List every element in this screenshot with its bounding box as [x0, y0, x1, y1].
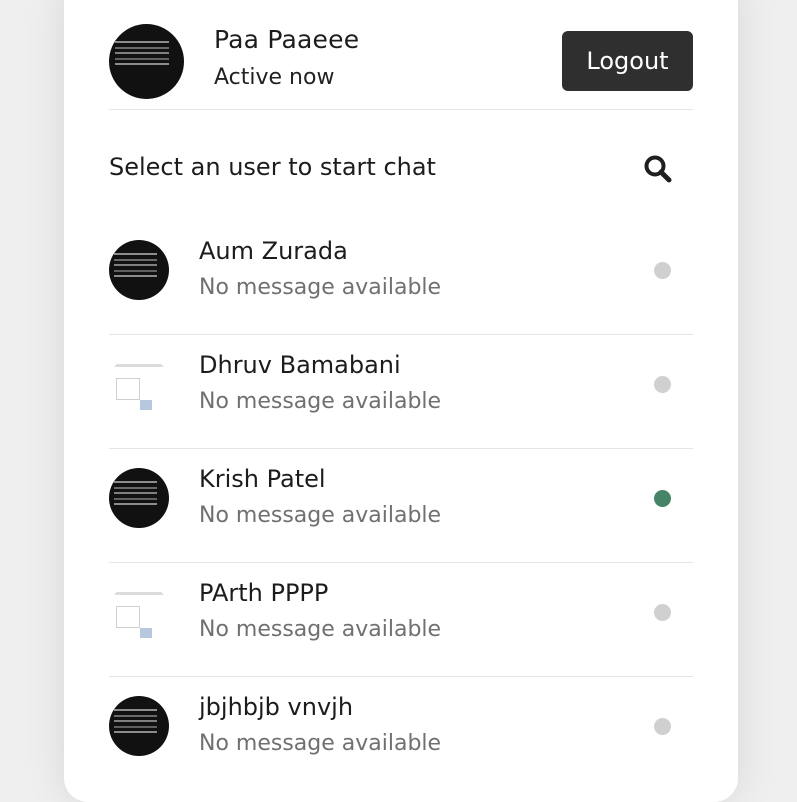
logout-button[interactable]: Logout: [562, 31, 693, 91]
status-dot: [654, 718, 671, 735]
user-list-item[interactable]: PArth PPPP No message available: [109, 563, 693, 677]
panel-content: Paa Paaeee Active now Logout Select an u…: [109, 0, 693, 802]
user-last-message: No message available: [199, 617, 442, 642]
status-dot: [654, 376, 671, 393]
user-name: PArth PPPP: [199, 579, 329, 607]
search-button[interactable]: [641, 153, 675, 187]
user-last-message: No message available: [199, 389, 442, 414]
user-name: Krish Patel: [199, 465, 326, 493]
user-list: Aum Zurada No message available Dhruv Ba…: [109, 221, 693, 790]
chat-users-panel: Paa Paaeee Active now Logout Select an u…: [64, 0, 738, 802]
user-last-message: No message available: [199, 503, 442, 528]
user-list-item[interactable]: Aum Zurada No message available: [109, 221, 693, 335]
user-avatar: [109, 696, 169, 756]
current-user-header: Paa Paaeee Active now Logout: [109, 0, 693, 110]
user-avatar: [109, 240, 169, 300]
user-avatar: [109, 468, 169, 528]
user-avatar: [109, 354, 169, 414]
current-user-avatar: [109, 24, 184, 99]
user-last-message: No message available: [199, 275, 442, 300]
status-dot: [654, 490, 671, 507]
status-dot: [654, 262, 671, 279]
search-bar: Select an user to start chat: [109, 129, 693, 191]
user-name: jbjhbjb vnvjh: [199, 693, 354, 721]
user-list-item[interactable]: Krish Patel No message available: [109, 449, 693, 563]
status-dot: [654, 604, 671, 621]
user-name: Aum Zurada: [199, 237, 348, 265]
user-avatar: [109, 582, 169, 642]
current-user-name: Paa Paaeee: [214, 25, 360, 54]
user-last-message: No message available: [199, 731, 442, 756]
user-list-item[interactable]: Dhruv Bamabani No message available: [109, 335, 693, 449]
user-list-item[interactable]: jbjhbjb vnvjh No message available: [109, 677, 693, 790]
user-name: Dhruv Bamabani: [199, 351, 401, 379]
current-user-status: Active now: [214, 65, 335, 90]
search-icon: [643, 155, 673, 187]
search-prompt: Select an user to start chat: [109, 153, 436, 181]
